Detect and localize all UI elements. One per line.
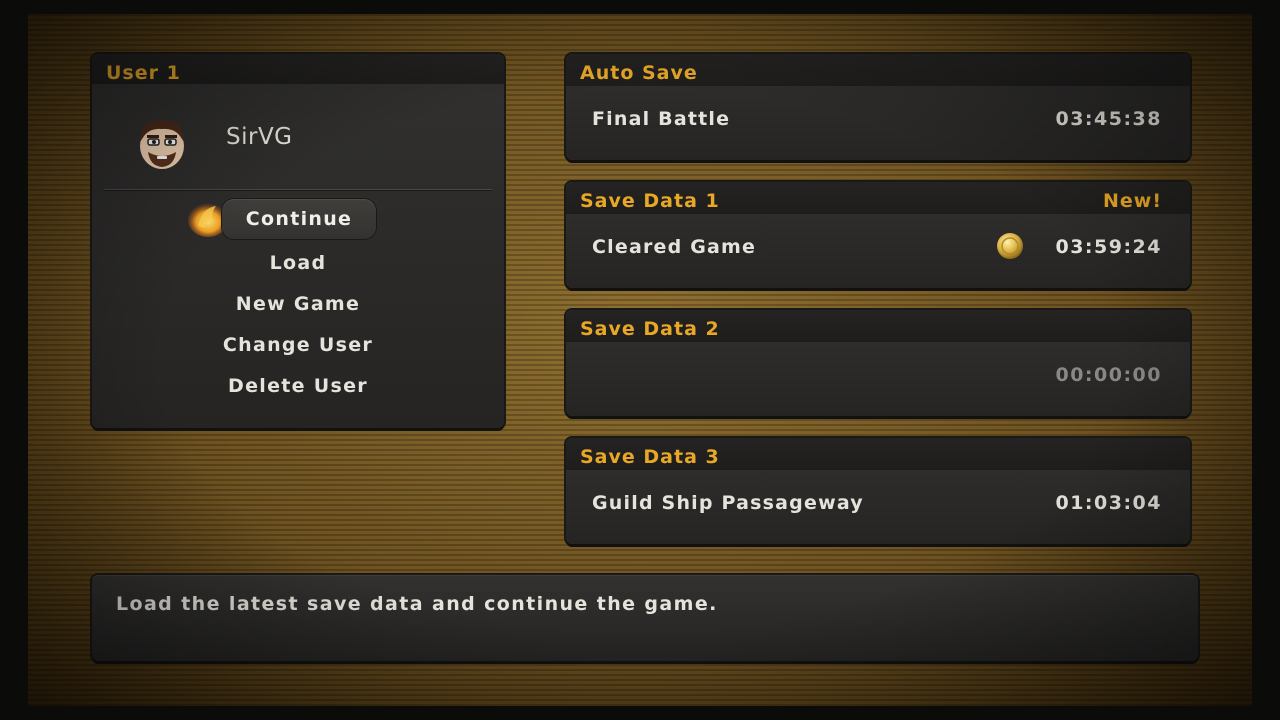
- user-panel: User 1 SirVG Continue Load New Game Chan…: [92, 54, 504, 428]
- save-slot-1[interactable]: Save Data 1 New! Cleared Game 03:59:24: [566, 182, 1190, 288]
- help-text: Load the latest save data and continue t…: [116, 593, 718, 615]
- gold-medal-icon: [997, 233, 1023, 259]
- play-time: 01:03:04: [1055, 492, 1162, 514]
- play-time: 03:45:38: [1055, 108, 1162, 130]
- divider: [104, 189, 492, 190]
- save-slot-header: Auto Save: [566, 54, 1190, 86]
- save-slot-title: Save Data 2: [580, 318, 720, 340]
- save-slot-title: Auto Save: [580, 62, 698, 84]
- title-screen: User 1 SirVG Continue Load New Game Chan…: [28, 14, 1252, 706]
- save-slot-title: Save Data 1: [580, 190, 720, 212]
- save-slot-header: Save Data 1 New!: [566, 182, 1190, 214]
- delete-user-button[interactable]: Delete User: [92, 371, 504, 401]
- save-slot-2[interactable]: Save Data 2 00:00:00: [566, 310, 1190, 416]
- change-user-button[interactable]: Change User: [92, 330, 504, 360]
- play-time: 00:00:00: [1055, 364, 1162, 386]
- help-panel: Load the latest save data and continue t…: [92, 575, 1198, 661]
- user-panel-header: User 1: [92, 54, 504, 84]
- save-slot-header: Save Data 3: [566, 438, 1190, 470]
- save-slot-auto[interactable]: Auto Save Final Battle 03:45:38: [566, 54, 1190, 160]
- save-slot-header: Save Data 2: [566, 310, 1190, 342]
- load-button[interactable]: Load: [92, 248, 504, 278]
- username: SirVG: [226, 124, 293, 150]
- save-location: Final Battle: [592, 108, 731, 130]
- user-header-label: User 1: [106, 62, 181, 84]
- save-location: Cleared Game: [592, 236, 757, 258]
- new-badge: New!: [1102, 190, 1162, 212]
- save-slot-3[interactable]: Save Data 3 Guild Ship Passageway 01:03:…: [566, 438, 1190, 544]
- save-location: Guild Ship Passageway: [592, 492, 864, 514]
- save-slot-title: Save Data 3: [580, 446, 720, 468]
- continue-button[interactable]: Continue: [222, 199, 376, 239]
- play-time: 03:59:24: [1055, 236, 1162, 258]
- mii-avatar-icon: [140, 120, 184, 169]
- new-game-button[interactable]: New Game: [92, 289, 504, 319]
